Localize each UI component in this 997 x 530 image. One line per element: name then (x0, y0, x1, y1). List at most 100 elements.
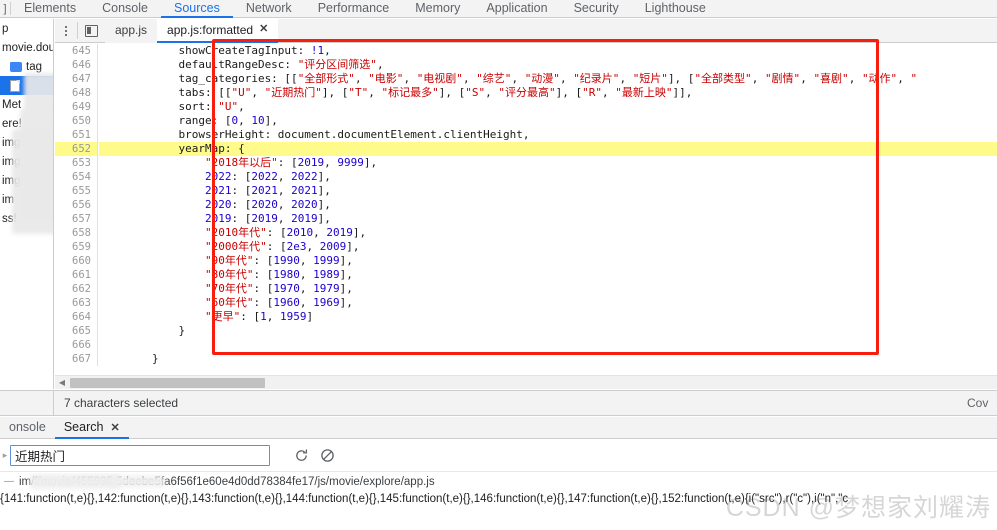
line-number[interactable]: 652 (55, 142, 97, 156)
code-token: , (324, 156, 338, 169)
line-number[interactable]: 645 (55, 44, 97, 58)
folder-icon (10, 61, 22, 72)
line-number[interactable]: 650 (55, 114, 97, 128)
clear-icon[interactable] (314, 443, 340, 469)
devtools-tab-memory[interactable]: Memory (402, 0, 473, 18)
code-token: ], [ (438, 86, 466, 99)
drawer-tab-search[interactable]: Search ✕ (54, 417, 129, 439)
close-icon[interactable]: ✕ (110, 421, 119, 434)
drawer-tab-label: Search (63, 420, 104, 434)
source-tab-list: app.js app.js:formatted ✕ (105, 19, 279, 43)
devtools-tab-network[interactable]: Network (233, 0, 305, 18)
close-icon[interactable]: ✕ (259, 24, 268, 35)
devtools-tab-sources[interactable]: Sources (160, 0, 233, 18)
coverage-label[interactable]: Cov (967, 396, 997, 410)
code-content[interactable]: showCreateTagInput: !1, defaultRangeDesc… (99, 44, 997, 366)
code-line[interactable]: "2018年以后": [2019, 9999], (99, 156, 997, 170)
devtools-tab-elements[interactable]: Elements (11, 0, 89, 18)
code-token: "评分最高" (498, 86, 556, 99)
code-token: 2019 (297, 156, 325, 169)
code-line[interactable]: 2019: [2019, 2019], (99, 212, 997, 226)
sources-navigator-sidebar[interactable]: pmovie.doutagMetere!imgimgimgimss! (0, 19, 54, 389)
line-number[interactable]: 666 (55, 338, 97, 352)
line-number[interactable]: 649 (55, 100, 97, 114)
search-caret-icon[interactable]: ▸ (0, 450, 10, 461)
line-number[interactable]: 651 (55, 128, 97, 142)
line-number[interactable]: 648 (55, 86, 97, 100)
code-line[interactable]: } (99, 324, 997, 338)
line-number[interactable]: 665 (55, 324, 97, 338)
show-navigator-icon[interactable] (78, 19, 105, 43)
scrollbar-thumb[interactable] (70, 377, 265, 388)
code-token: " (910, 72, 918, 85)
search-result-match-line[interactable]: {141:function(t,e){},142:function(t,e){}… (0, 491, 997, 508)
redaction-blur-url (30, 474, 120, 489)
code-token: tabs: [[ (99, 86, 232, 99)
code-line[interactable]: yearMap: { (99, 142, 997, 156)
line-number[interactable]: 667 (55, 352, 97, 366)
devtools-tab-performance[interactable]: Performance (305, 0, 403, 18)
source-tab-app-js[interactable]: app.js (105, 19, 158, 43)
code-line[interactable]: "60年代": [1960, 1969], (99, 296, 997, 310)
search-results-list[interactable]: — im /f/movie/45593fb5deebe5fa6f56f1e60e… (0, 473, 997, 530)
code-line[interactable]: browserHeight: document.documentElement.… (99, 128, 997, 142)
tree-item-label: ere! (2, 117, 22, 130)
code-line[interactable]: 2022: [2022, 2022], (99, 170, 997, 184)
code-line[interactable]: tabs: [["U", "近期热门"], ["T", "标记最多"], ["S… (99, 86, 997, 100)
editor-horizontal-scrollbar[interactable]: ◀ (55, 375, 997, 389)
line-number[interactable]: 655 (55, 184, 97, 198)
source-tab-app-js-formatted[interactable]: app.js:formatted ✕ (157, 19, 279, 43)
code-line[interactable]: tag_categories: [["全部形式", "电影", "电视剧", "… (99, 72, 997, 86)
code-token: ], (317, 198, 331, 211)
tree-item-1[interactable]: movie.dou (0, 38, 53, 57)
collapse-twisty-icon[interactable]: — (4, 473, 14, 491)
code-line[interactable]: "70年代": [1970, 1979], (99, 282, 997, 296)
code-line[interactable]: range: [0, 10], (99, 114, 997, 128)
line-number[interactable]: 658 (55, 226, 97, 240)
code-line[interactable]: 2021: [2021, 2021], (99, 184, 997, 198)
devtools-tab-console[interactable]: Console (89, 0, 161, 18)
code-line[interactable]: showCreateTagInput: !1, (99, 44, 997, 58)
tree-item-0[interactable]: p (0, 19, 53, 38)
code-token: ], (317, 212, 331, 225)
line-number[interactable]: 664 (55, 310, 97, 324)
line-number[interactable]: 659 (55, 240, 97, 254)
devtools-tab-application[interactable]: Application (473, 0, 560, 18)
line-number[interactable]: 653 (55, 156, 97, 170)
drawer-tab-onsole[interactable]: onsole (0, 417, 55, 439)
code-line[interactable]: defaultRangeDesc: "评分区间筛选", (99, 58, 997, 72)
line-number[interactable]: 662 (55, 282, 97, 296)
code-token: , (299, 296, 314, 309)
code-line[interactable] (99, 338, 997, 352)
code-token: "近期热门" (264, 86, 322, 99)
devtools-tab-security[interactable]: Security (561, 0, 632, 18)
code-line[interactable]: 2020: [2020, 2020], (99, 198, 997, 212)
refresh-icon[interactable] (288, 443, 314, 469)
line-number[interactable]: 654 (55, 170, 97, 184)
code-line[interactable]: "80年代": [1980, 1989], (99, 268, 997, 282)
drawer-tabbar: onsole Search ✕ (0, 417, 997, 439)
code-editor[interactable]: 645 646 647 648 649 650 651 652 653 654 655 656 657 6… (55, 44, 997, 366)
code-line[interactable]: } (99, 352, 997, 366)
code-token: } (99, 324, 186, 337)
line-number[interactable]: 661 (55, 268, 97, 282)
code-token: 9999 (337, 156, 364, 169)
devtools-tab-lighthouse[interactable]: Lighthouse (632, 0, 719, 18)
code-token: 1979 (313, 282, 340, 295)
code-line[interactable]: "90年代": [1990, 1999], (99, 254, 997, 268)
line-number[interactable]: 646 (55, 58, 97, 72)
line-number[interactable]: 660 (55, 254, 97, 268)
line-number[interactable]: 657 (55, 212, 97, 226)
line-number[interactable]: 647 (55, 72, 97, 86)
scroll-left-arrow[interactable]: ◀ (55, 376, 69, 390)
line-number[interactable]: 663 (55, 296, 97, 310)
line-number[interactable]: 656 (55, 198, 97, 212)
more-options-icon[interactable] (55, 19, 77, 43)
search-input[interactable] (10, 445, 270, 466)
code-line[interactable]: "2010年代": [2010, 2019], (99, 226, 997, 240)
code-line[interactable]: "2000年代": [2e3, 2009], (99, 240, 997, 254)
code-line[interactable]: "更早": [1, 1959] (99, 310, 997, 324)
code-line[interactable]: sort: "U", (99, 100, 997, 114)
